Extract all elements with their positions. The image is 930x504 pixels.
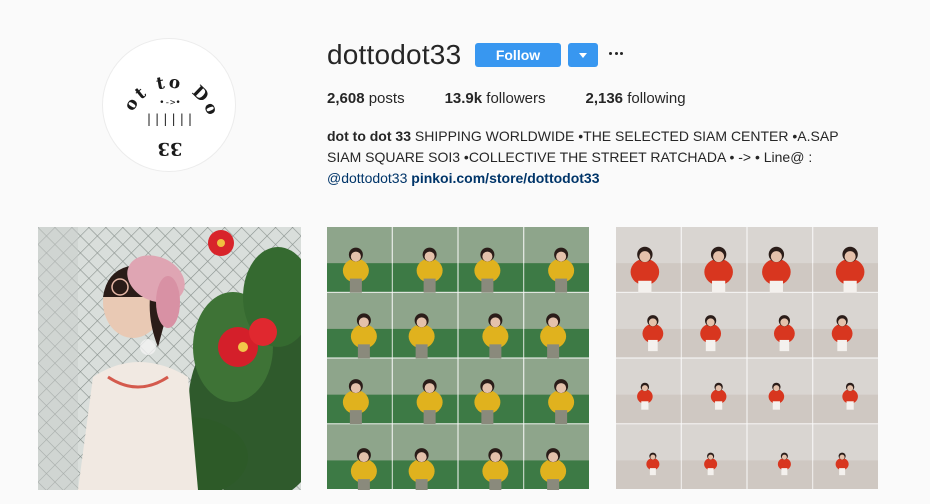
following-stat[interactable]: 2,136 following	[585, 90, 685, 108]
following-count: 2,136	[585, 90, 624, 107]
follow-button[interactable]: Follow	[475, 43, 561, 67]
post-thumbnail[interactable]	[616, 227, 879, 490]
profile-stats: 2,608 posts 13.9k followers 2,136 follow…	[327, 90, 726, 108]
bio-handle-link[interactable]: @dottodot33	[327, 170, 407, 186]
posts-label: posts	[368, 90, 405, 107]
svg-text:Dot to Dot: Dot to Dot	[103, 39, 223, 121]
logo-bars-text: ||||||	[145, 112, 194, 126]
following-label: following	[627, 90, 686, 107]
followers-count: 13.9k	[444, 90, 483, 107]
posts-stat: 2,608 posts	[327, 90, 405, 108]
post-image	[327, 227, 589, 490]
username: dottodot33	[327, 39, 462, 70]
bio-line-1: dot to dot 33 SHIPPING WORLDWIDE •THE SE…	[327, 126, 887, 147]
website-link[interactable]: pinkoi.com/store/dottodot33	[411, 170, 599, 186]
suggestions-dropdown-button[interactable]	[568, 43, 598, 67]
logo-arc-text: Dot to Dot	[103, 39, 220, 121]
followers-stat[interactable]: 13.9k followers	[445, 90, 546, 108]
profile-page: Dot to Dot •->• |||||| 33 dottodot33 Fol…	[0, 0, 930, 504]
bio-line-2: SIAM SQUARE SOI3 •COLLECTIVE THE STREET …	[327, 149, 813, 165]
bio-line-3: @dottodot33 pinkoi.com/store/dottodot33	[327, 168, 887, 189]
dot-to-dot-logo: Dot to Dot •->• |||||| 33	[103, 39, 223, 159]
posts-count: 2,608	[327, 90, 365, 107]
post-image	[38, 227, 301, 490]
followers-label: followers	[486, 90, 546, 107]
chevron-down-icon	[579, 53, 587, 58]
logo-arrow-text: •->•	[159, 98, 181, 108]
post-image	[616, 227, 878, 489]
logo-number-text: 33	[157, 138, 182, 159]
full-name: dot to dot 33	[327, 128, 411, 144]
ellipsis-icon[interactable]	[608, 43, 624, 63]
post-thumbnail[interactable]	[38, 227, 301, 490]
bio-text-1: SHIPPING WORLDWIDE •THE SELECTED SIAM CE…	[414, 128, 839, 144]
post-thumbnail[interactable]	[327, 227, 590, 490]
avatar[interactable]: Dot to Dot •->• |||||| 33	[102, 38, 236, 172]
profile-bio: dot to dot 33 SHIPPING WORLDWIDE •THE SE…	[327, 126, 887, 189]
